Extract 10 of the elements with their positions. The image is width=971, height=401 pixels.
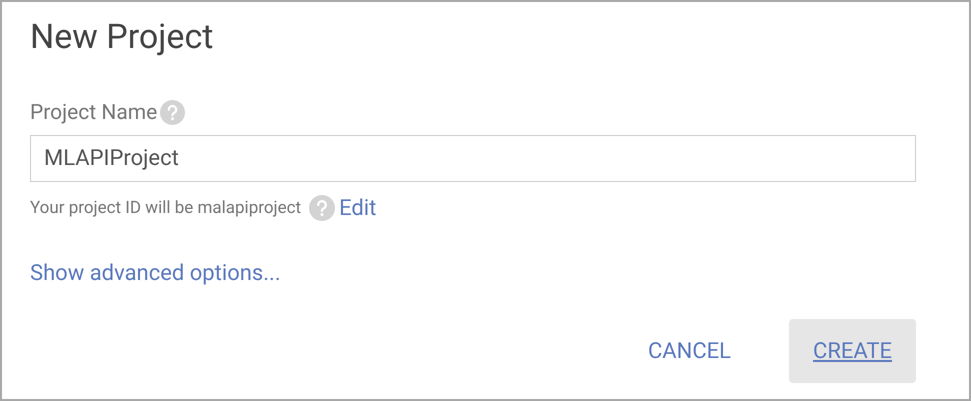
hint-text: Your project ID will be malapiproject: [30, 198, 302, 218]
field-label: Project Name: [30, 100, 158, 124]
advanced-options-link[interactable]: Show advanced options...: [30, 261, 281, 286]
input-field[interactable]: MLAPIProject: [30, 135, 916, 182]
help-icon[interactable]: [309, 195, 336, 221]
edit-link[interactable]: Edit: [339, 196, 376, 220]
help-icon[interactable]: [160, 100, 186, 125]
dialog-title: New Project: [30, 16, 214, 59]
cancel-button[interactable]: CANCEL: [624, 319, 756, 383]
create-button[interactable]: CREATE: [789, 319, 916, 383]
